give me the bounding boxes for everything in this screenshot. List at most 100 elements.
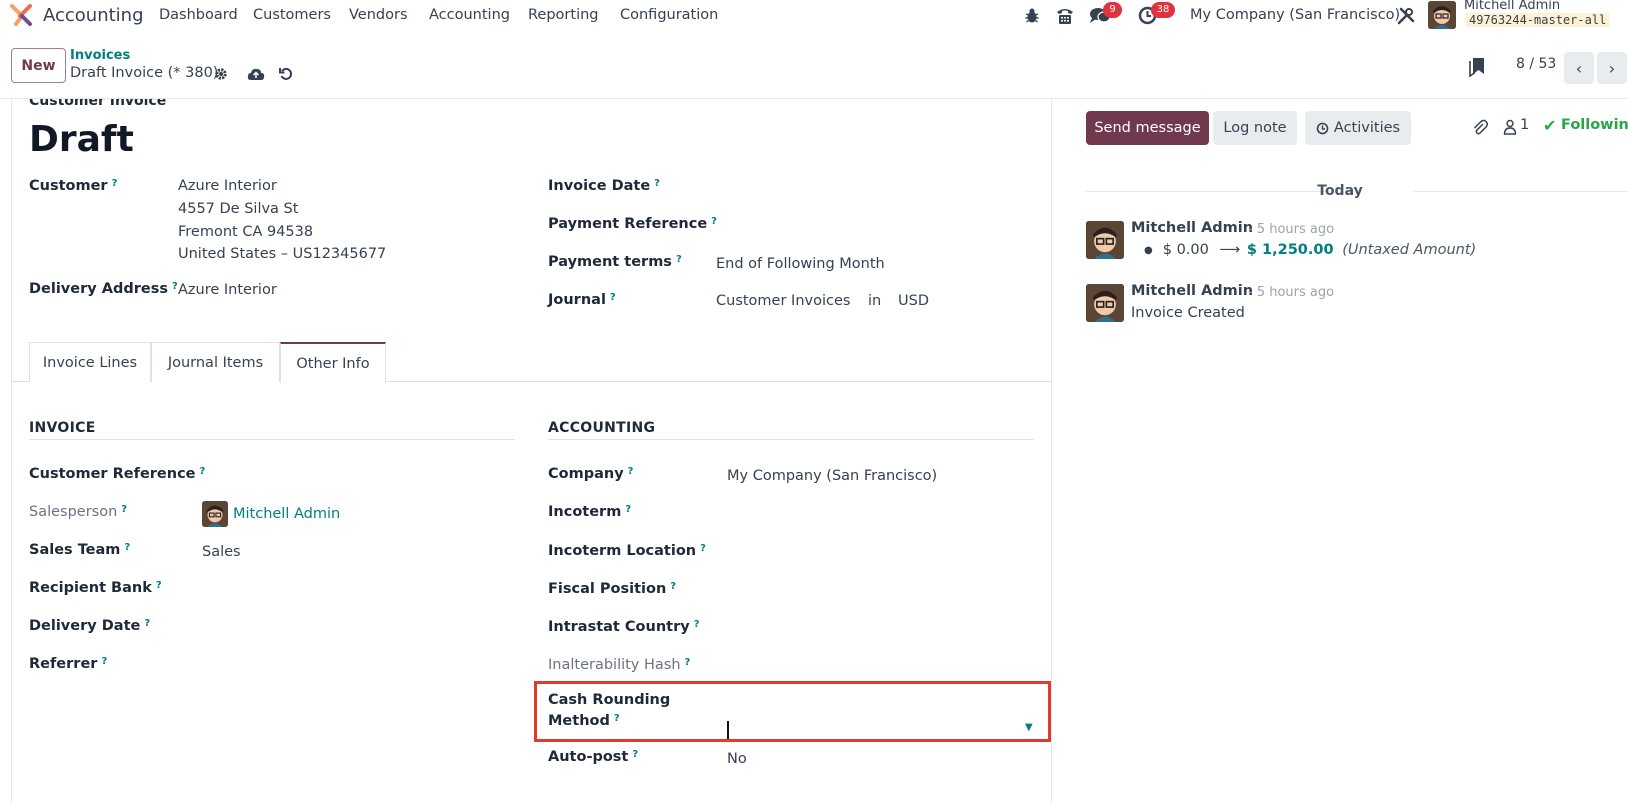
- tab-other-info[interactable]: Other Info: [280, 342, 386, 383]
- help-icon[interactable]: ?: [632, 749, 638, 760]
- menu-dashboard[interactable]: Dashboard: [159, 7, 238, 23]
- recipient-bank-label: Recipient Bank?: [29, 580, 162, 596]
- pager-value[interactable]: 8 / 53: [1516, 56, 1556, 72]
- help-icon[interactable]: ?: [144, 618, 150, 629]
- incoterm-label: Incoterm?: [548, 504, 632, 520]
- menu-accounting[interactable]: Accounting: [429, 7, 510, 23]
- help-icon[interactable]: ?: [101, 656, 107, 667]
- control-panel: New Invoices Draft Invoice (* 380) 8 / 5…: [0, 31, 1628, 99]
- help-icon[interactable]: ?: [172, 281, 178, 292]
- new-button[interactable]: New: [11, 48, 66, 83]
- help-icon[interactable]: ?: [711, 216, 717, 227]
- menu-vendors[interactable]: Vendors: [349, 7, 408, 23]
- company-switcher[interactable]: My Company (San Francisco): [1190, 7, 1400, 23]
- top-navbar: Accounting Dashboard Customers Vendors A…: [0, 0, 1628, 31]
- payment-terms-value[interactable]: End of Following Month: [716, 256, 885, 272]
- bookmark-icon[interactable]: [1469, 57, 1485, 77]
- company-value[interactable]: My Company (San Francisco): [727, 468, 937, 484]
- message-avatar: [1086, 221, 1124, 259]
- user-avatar[interactable]: [1428, 1, 1456, 29]
- menu-configuration[interactable]: Configuration: [620, 7, 718, 23]
- save-cloud-icon[interactable]: [247, 67, 265, 81]
- activities-badge: 38: [1151, 2, 1175, 18]
- help-icon[interactable]: ?: [700, 543, 706, 554]
- sales-team-value[interactable]: Sales: [202, 544, 241, 560]
- log-note-button[interactable]: Log note: [1213, 111, 1297, 145]
- tab-journal-items[interactable]: Journal Items: [151, 342, 280, 382]
- menu-reporting[interactable]: Reporting: [528, 7, 599, 23]
- referrer-label: Referrer?: [29, 656, 108, 672]
- followers-count[interactable]: 1: [1520, 117, 1529, 133]
- help-icon[interactable]: ?: [156, 580, 162, 591]
- activities-button[interactable]: Activities: [1305, 111, 1411, 145]
- breadcrumb-current: Draft Invoice (* 380): [70, 65, 219, 81]
- auto-post-value[interactable]: No: [727, 751, 747, 767]
- incoterm-location-label: Incoterm Location?: [548, 543, 706, 559]
- help-icon[interactable]: ?: [112, 178, 118, 189]
- delivery-address-value[interactable]: Azure Interior: [178, 282, 277, 298]
- delivery-date-label: Delivery Date?: [29, 618, 151, 634]
- journal-label: Journal?: [548, 292, 616, 308]
- clock-icon: [1316, 122, 1329, 134]
- customer-label: Customer?: [29, 178, 118, 194]
- customer-address-line3: United States – US12345677: [178, 246, 387, 262]
- chatter-panel: Send message Log note Activities 1 ✔ Fol…: [1052, 99, 1628, 803]
- journal-value[interactable]: Customer Invoices: [716, 293, 850, 309]
- menu-customers[interactable]: Customers: [253, 7, 331, 23]
- company-label: Company?: [548, 466, 634, 482]
- customer-reference-label: Customer Reference?: [29, 466, 206, 482]
- pager-next-button[interactable]: ›: [1597, 52, 1627, 84]
- invoice-state-title: Draft: [29, 119, 134, 160]
- help-icon[interactable]: ?: [121, 504, 127, 515]
- message-time: - 5 hours ago: [1248, 222, 1335, 237]
- following-button[interactable]: Following: [1561, 117, 1628, 133]
- help-icon[interactable]: ?: [676, 254, 682, 265]
- tools-icon[interactable]: [1397, 7, 1415, 25]
- message-author[interactable]: Mitchell Admin: [1131, 283, 1253, 299]
- gear-icon[interactable]: [214, 67, 228, 81]
- customer-address-line1: 4557 De Silva St: [178, 201, 299, 217]
- app-logo-icon[interactable]: [10, 4, 34, 26]
- auto-post-label: Auto-post?: [548, 749, 639, 765]
- help-icon[interactable]: ?: [200, 466, 206, 477]
- invoice-section-title: INVOICE: [29, 420, 96, 436]
- chevron-right-icon: ›: [1608, 58, 1616, 78]
- send-message-button[interactable]: Send message: [1086, 111, 1209, 145]
- discard-undo-icon[interactable]: [279, 67, 293, 81]
- user-name[interactable]: Mitchell Admin: [1464, 0, 1560, 13]
- delivery-address-label: Delivery Address?: [29, 281, 178, 297]
- help-icon[interactable]: ?: [628, 466, 634, 477]
- message-avatar: [1086, 284, 1124, 322]
- journal-currency[interactable]: USD: [898, 293, 929, 309]
- breadcrumb-invoices-link[interactable]: Invoices: [70, 48, 130, 63]
- follower-user-icon[interactable]: [1503, 119, 1517, 135]
- bullet-icon: ●: [1144, 244, 1153, 256]
- debug-bug-icon[interactable]: [1024, 7, 1040, 24]
- sales-team-label: Sales Team?: [29, 542, 131, 558]
- salesperson-label: Salesperson?: [29, 504, 128, 520]
- paperclip-icon[interactable]: [1472, 119, 1488, 136]
- help-icon[interactable]: ?: [685, 657, 691, 668]
- messages-badge: 9: [1103, 2, 1122, 18]
- app-name[interactable]: Accounting: [43, 5, 144, 26]
- customer-name[interactable]: Azure Interior: [178, 178, 277, 194]
- invoice-section-divider: [29, 439, 515, 440]
- chevron-left-icon: ‹: [1575, 58, 1583, 78]
- customer-address-line2: Fremont CA 94538: [178, 224, 314, 240]
- pager-previous-button[interactable]: ‹: [1564, 52, 1594, 84]
- payment-reference-label: Payment Reference?: [548, 216, 717, 232]
- salesperson-value[interactable]: Mitchell Admin: [233, 506, 340, 522]
- tab-invoice-lines[interactable]: Invoice Lines: [29, 342, 151, 382]
- fiscal-position-label: Fiscal Position?: [548, 581, 677, 597]
- help-icon[interactable]: ?: [670, 581, 676, 592]
- help-icon[interactable]: ?: [625, 504, 631, 515]
- message-body: Invoice Created: [1131, 305, 1245, 321]
- form-subtitle: Customer Invoice: [29, 99, 167, 109]
- help-icon[interactable]: ?: [610, 292, 616, 303]
- message-author[interactable]: Mitchell Admin: [1131, 220, 1253, 236]
- database-name: 49763244-master-all: [1466, 13, 1610, 27]
- help-icon[interactable]: ?: [124, 542, 130, 553]
- phone-icon[interactable]: [1055, 6, 1075, 25]
- help-icon[interactable]: ?: [694, 619, 700, 630]
- help-icon[interactable]: ?: [654, 178, 660, 189]
